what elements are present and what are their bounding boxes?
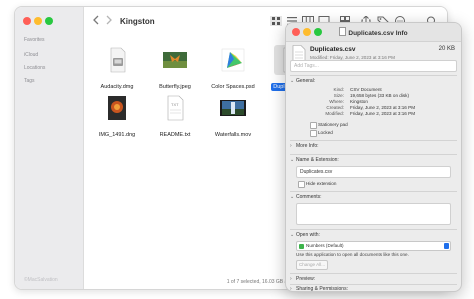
kind-label: Kind: <box>333 87 344 92</box>
sidebar-section-tags[interactable]: Tags <box>24 78 35 84</box>
divider <box>290 273 457 274</box>
info-titlebar[interactable]: Duplicates.csv Info <box>286 23 461 42</box>
where-value: Kingston <box>350 99 368 104</box>
kind-value: CSV Document <box>350 87 382 92</box>
file-item[interactable]: Butterfly.jpeg <box>146 45 204 93</box>
open-with-section-toggle[interactable]: ⌄ Open with: <box>290 232 320 238</box>
file-item[interactable]: Color Spaces.psd <box>204 45 262 93</box>
psd-icon <box>221 48 245 72</box>
close-button[interactable] <box>23 17 31 25</box>
file-name: Audacity.dmg <box>100 84 134 90</box>
hide-extension-checkbox[interactable] <box>298 181 305 188</box>
locked-checkbox[interactable] <box>310 130 317 137</box>
stationery-pad-checkbox[interactable] <box>310 122 317 129</box>
modified-label: Modified: <box>325 111 344 116</box>
sharing-permissions-section-toggle[interactable]: › Sharing & Permissions: <box>290 286 348 291</box>
file-item[interactable]: Waterfalls.mov <box>204 93 262 141</box>
comments-field[interactable] <box>296 203 451 225</box>
where-label: Where: <box>329 99 344 104</box>
preview-section-toggle[interactable]: › Preview: <box>290 276 315 282</box>
zoom-button[interactable] <box>45 17 53 25</box>
more-info-section-toggle[interactable]: › More Info: <box>290 143 319 149</box>
divider <box>290 191 457 192</box>
divider <box>290 75 457 76</box>
file-name: Waterfalls.mov <box>214 132 252 138</box>
dmg-icon <box>110 47 126 73</box>
size-value: 19,658 bytes (33 KB on disk) <box>350 93 409 98</box>
divider <box>290 229 457 230</box>
created-value: Friday, June 2, 2023 at 3:16 PM <box>350 105 416 110</box>
open-with-description: Use this application to open all documen… <box>296 252 409 257</box>
numbers-app-icon <box>299 243 304 249</box>
txt-icon: TXT <box>167 95 184 121</box>
chevron-right-icon <box>106 15 112 25</box>
popup-arrows-icon <box>444 242 449 249</box>
file-item[interactable]: TXT README.txt <box>146 93 204 141</box>
comments-section-toggle[interactable]: ⌄ Comments: <box>290 194 322 200</box>
info-file-name: Duplicates.csv <box>310 46 356 53</box>
size-label: Size: <box>333 93 344 98</box>
file-name: Butterfly.jpeg <box>159 84 191 90</box>
info-window-title: Duplicates.csv Info <box>286 27 461 37</box>
file-name: IMG_1491.dng <box>98 132 136 138</box>
minimize-button[interactable] <box>34 17 42 25</box>
icon-view-icon[interactable] <box>270 16 282 26</box>
file-name-field[interactable]: Duplicates.csv <box>296 166 451 178</box>
info-window: Duplicates.csv Info Duplicates.csv 20 KB… <box>285 22 462 292</box>
general-section-toggle[interactable]: ⌄ General: <box>290 78 315 84</box>
hide-extension-label: Hide extension <box>306 181 337 186</box>
file-name: Color Spaces.psd <box>211 84 255 90</box>
image-icon <box>108 96 126 120</box>
finder-sidebar: Favorites iCloud Locations Tags ©MacSalv… <box>15 7 84 289</box>
name-extension-section-toggle[interactable]: ⌄ Name & Extension: <box>290 157 339 163</box>
watermark-text: ©MacSalvation <box>24 277 58 283</box>
sidebar-section-favorites[interactable]: Favorites <box>24 37 45 43</box>
file-item[interactable]: IMG_1491.dng <box>88 93 146 141</box>
divider <box>290 154 457 155</box>
sidebar-section-locations[interactable]: Locations <box>24 65 45 71</box>
forward-button[interactable] <box>105 15 113 27</box>
open-with-app: Numbers (Default) <box>306 243 344 248</box>
video-icon <box>220 100 246 116</box>
divider <box>290 140 457 141</box>
sidebar-section-icloud[interactable]: iCloud <box>24 52 38 58</box>
open-with-select[interactable]: Numbers (Default) <box>296 241 451 251</box>
folder-title: Kingston <box>120 17 155 26</box>
file-item[interactable]: Audacity.dmg <box>88 45 146 93</box>
created-label: Created: <box>326 105 344 110</box>
chevron-left-icon <box>93 15 99 25</box>
modified-value: Friday, June 2, 2023 at 3:16 PM <box>350 111 416 116</box>
info-file-size: 20 KB <box>438 46 455 52</box>
change-all-button[interactable]: Change All... <box>296 260 328 270</box>
locked-label: Locked <box>318 130 333 135</box>
image-icon <box>163 52 187 68</box>
svg-text:TXT: TXT <box>171 102 179 107</box>
tags-input[interactable]: Add Tags... <box>290 60 457 72</box>
divider <box>290 284 457 285</box>
csv-icon <box>339 27 347 36</box>
stationery-pad-label: Stationery pad <box>318 122 348 127</box>
back-button[interactable] <box>92 15 100 27</box>
file-name: README.txt <box>159 132 191 138</box>
